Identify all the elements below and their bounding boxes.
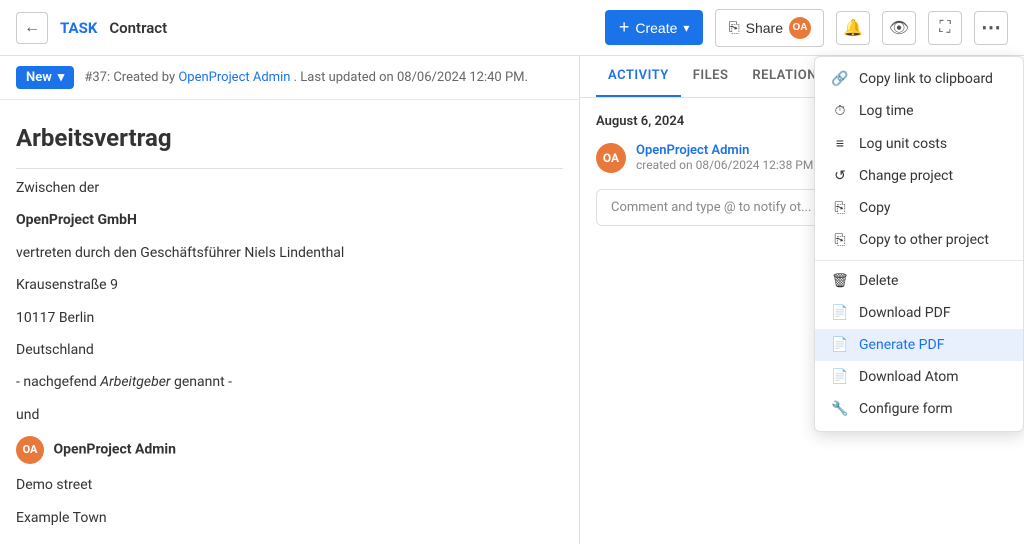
copy-icon: ⎘	[831, 200, 849, 216]
back-button[interactable]: ←	[16, 12, 48, 44]
doc-company: OpenProject GmbH	[16, 209, 563, 231]
bell-icon: 🔔	[843, 18, 863, 38]
menu-item-label-copy-other: Copy to other project	[859, 232, 989, 248]
doc-para-between: Zwischen der	[16, 177, 563, 199]
watch-button[interactable]: 🔔	[836, 11, 870, 45]
copy-other-icon: ⎘	[831, 232, 849, 248]
chevron-down-icon: ▾	[683, 21, 689, 35]
share-button[interactable]: ⎘ Share OA	[715, 9, 824, 47]
task-label: TASK	[60, 19, 97, 37]
document-content: Arbeitsvertrag Zwischen der OpenProject …	[0, 100, 579, 544]
generate-pdf-icon: 📄	[831, 337, 849, 353]
menu-item-log-unit[interactable]: ≡ Log unit costs	[815, 127, 1023, 160]
status-meta: #37: Created by OpenProject Admin . Last…	[84, 70, 528, 85]
menu-item-label-download-pdf: Download PDF	[859, 305, 951, 321]
log-unit-icon: ≡	[831, 135, 849, 152]
doc-country: Deutschland	[16, 339, 563, 361]
main-layout: New ▾ #37: Created by OpenProject Admin …	[0, 56, 1024, 544]
menu-item-label-log-unit: Log unit costs	[859, 136, 947, 152]
preview-button[interactable]: 👁	[882, 11, 916, 45]
configure-form-icon: 🔧	[831, 401, 849, 417]
share-icon: ⎘	[728, 19, 739, 36]
eye-icon: 👁	[889, 18, 909, 38]
delete-icon: 🗑	[831, 273, 849, 289]
change-project-icon: ↺	[831, 168, 849, 184]
menu-item-generate-pdf[interactable]: 📄 Generate PDF	[815, 329, 1023, 361]
share-label: Share	[746, 20, 783, 36]
status-badge[interactable]: New ▾	[16, 66, 74, 89]
menu-item-label-copy-link: Copy link to clipboard	[859, 71, 993, 87]
fullscreen-icon: ⛶	[939, 19, 950, 37]
tab-activity[interactable]: ACTIVITY	[596, 56, 681, 97]
admin-name: OpenProject Admin	[53, 442, 175, 458]
doc-street: Krausenstraße 9	[16, 274, 563, 296]
status-bar: New ▾ #37: Created by OpenProject Admin …	[0, 56, 579, 100]
menu-item-label-log-time: Log time	[859, 103, 914, 119]
activity-time: created on 08/06/2024 12:38 PM	[636, 158, 813, 172]
share-avatar: OA	[789, 17, 811, 39]
menu-item-log-time[interactable]: ⏱ Log time	[815, 95, 1023, 127]
menu-item-copy-link[interactable]: 🔗 Copy link to clipboard	[815, 63, 1023, 95]
admin-avatar: OA	[16, 436, 44, 464]
right-panel: ACTIVITY FILES RELATIONS WA... 1 August …	[580, 56, 1024, 544]
menu-divider	[815, 260, 1023, 261]
menu-item-download-pdf[interactable]: 📄 Download PDF	[815, 297, 1023, 329]
dropdown-menu: 🔗 Copy link to clipboard ⏱ Log time ≡ Log uni…	[814, 56, 1024, 432]
menu-item-label-delete: Delete	[859, 273, 898, 289]
copy-link-icon: 🔗	[831, 71, 849, 87]
doc-separator	[16, 168, 563, 169]
menu-item-label-generate-pdf: Generate PDF	[859, 337, 944, 353]
task-title: Contract	[109, 19, 167, 37]
create-label: Create	[635, 20, 677, 36]
left-panel: New ▾ #37: Created by OpenProject Admin …	[0, 56, 580, 544]
topbar: ← TASK Contract + Create ▾ ⎘ Share OA 🔔 …	[0, 0, 1024, 56]
menu-item-delete[interactable]: 🗑 Delete	[815, 265, 1023, 297]
doc-und: und	[16, 404, 563, 426]
back-icon: ←	[24, 19, 40, 37]
menu-item-copy-other[interactable]: ⎘ Copy to other project	[815, 224, 1023, 256]
more-button[interactable]: ⋯	[974, 11, 1008, 45]
plus-icon: +	[619, 17, 630, 38]
doc-note: - nachgefend Arbeitgeber genannt -	[16, 371, 563, 393]
doc-title: Arbeitsvertrag	[16, 124, 563, 152]
activity-info: OpenProject Admin created on 08/06/2024 …	[636, 143, 813, 173]
menu-item-label-download-atom: Download Atom	[859, 369, 959, 385]
menu-item-label-change-project: Change project	[859, 168, 953, 184]
tab-files[interactable]: FILES	[681, 56, 741, 97]
doc-rep: vertreten durch den Geschäftsführer Niel…	[16, 242, 563, 264]
log-time-icon: ⏱	[831, 103, 849, 119]
doc-city: 10117 Berlin	[16, 307, 563, 329]
menu-item-label-copy: Copy	[859, 200, 891, 216]
menu-item-change-project[interactable]: ↺ Change project	[815, 160, 1023, 192]
more-icon: ⋯	[981, 15, 1001, 40]
status-chevron-icon: ▾	[58, 70, 65, 85]
activity-author: OpenProject Admin	[636, 143, 813, 158]
author-link[interactable]: OpenProject Admin	[178, 70, 290, 85]
doc-addr2: Example Town	[16, 507, 563, 529]
download-pdf-icon: 📄	[831, 305, 849, 321]
create-button[interactable]: + Create ▾	[605, 10, 704, 45]
menu-item-copy[interactable]: ⎘ Copy	[815, 192, 1023, 224]
status-label: New	[26, 70, 52, 85]
fullscreen-button[interactable]: ⛶	[928, 11, 962, 45]
doc-admin-row: OA OpenProject Admin	[16, 436, 563, 464]
activity-avatar: OA	[596, 143, 626, 173]
doc-addr1: Demo street	[16, 474, 563, 496]
download-atom-icon: 📄	[831, 369, 849, 385]
menu-item-label-configure-form: Configure form	[859, 401, 953, 417]
doc-addr3: Case Country	[16, 539, 563, 544]
menu-item-configure-form[interactable]: 🔧 Configure form	[815, 393, 1023, 425]
menu-item-download-atom[interactable]: 📄 Download Atom	[815, 361, 1023, 393]
